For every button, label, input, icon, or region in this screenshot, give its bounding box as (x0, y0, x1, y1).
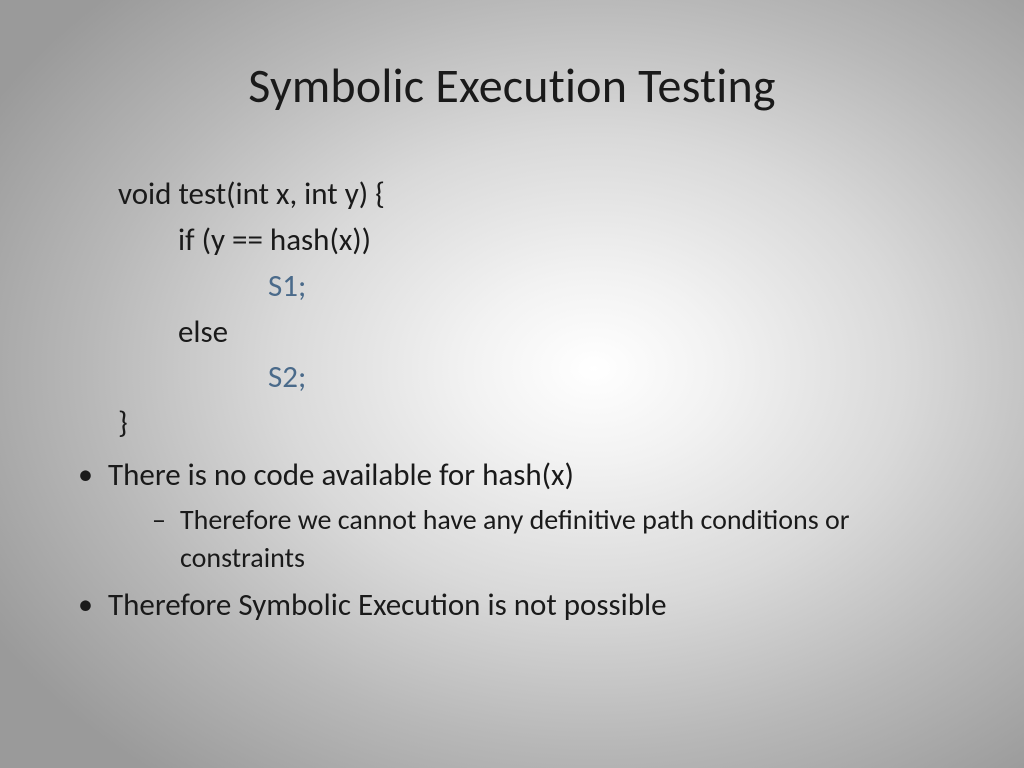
code-line-2: if (y == hash(x)) (178, 220, 964, 262)
bullet-1-sub-1-text: Therefore we cannot have any definitive … (180, 502, 850, 575)
code-line-5: S2; (268, 357, 964, 399)
bullet-2: Therefore Symbolic Execution is not poss… (70, 585, 964, 627)
code-line-1: void test(int x, int y) { (118, 174, 964, 216)
code-line-6: } (118, 403, 964, 445)
sub-list: Therefore we cannot have any definitive … (108, 501, 964, 577)
code-line-3: S1; (268, 266, 964, 308)
bullet-2-text: Therefore Symbolic Execution is not poss… (108, 586, 667, 624)
slide-body: void test(int x, int y) { if (y == hash(… (70, 170, 964, 632)
slide: Symbolic Execution Testing void test(int… (0, 0, 1024, 768)
code-line-4: else (178, 312, 964, 354)
bullet-1-text: There is no code available for hash(x) (108, 456, 574, 494)
bullet-list: There is no code available for hash(x) T… (70, 455, 964, 626)
slide-title: Symbolic Execution Testing (0, 0, 1024, 115)
bullet-1: There is no code available for hash(x) T… (70, 455, 964, 576)
bullet-1-sub-1: Therefore we cannot have any definitive … (108, 501, 964, 577)
